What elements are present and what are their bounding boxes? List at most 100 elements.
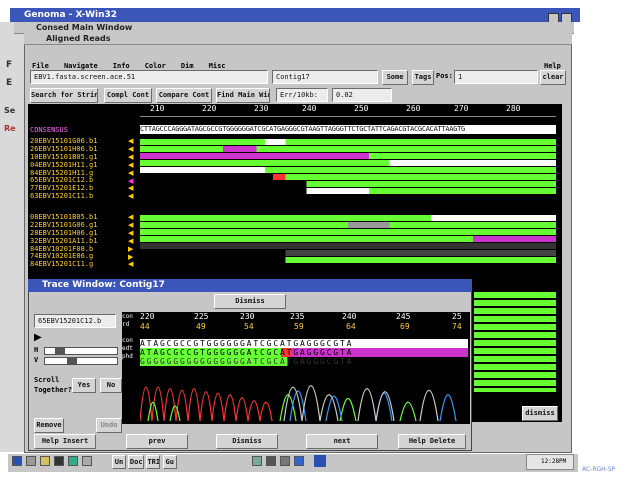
trace-read-name-field: 65EBV15201C12.b bbox=[34, 314, 116, 328]
con-tick: 245 bbox=[396, 312, 411, 321]
some-button[interactable]: Some bbox=[382, 70, 408, 85]
prev-button[interactable]: prev bbox=[126, 434, 188, 449]
read-bar bbox=[140, 181, 556, 187]
help-insert-button[interactable]: Help Insert bbox=[34, 434, 96, 449]
help-delete-button[interactable]: Help Delete bbox=[398, 434, 466, 449]
home-icon[interactable] bbox=[26, 456, 36, 466]
menu-info[interactable]: Info bbox=[113, 62, 130, 70]
watermark: AC-RGH-SP bbox=[582, 466, 616, 473]
row-label-edt: edt bbox=[122, 345, 133, 352]
xwin-titlebar[interactable]: Genoma - X-Win32 bbox=[10, 8, 580, 22]
v-slider-thumb[interactable] bbox=[67, 358, 77, 364]
arrow-icon: ◀ bbox=[128, 192, 134, 201]
clear-button[interactable]: clear bbox=[540, 70, 566, 85]
read-bar bbox=[140, 229, 556, 235]
v-slider[interactable] bbox=[44, 357, 118, 365]
pos-input[interactable]: 1 bbox=[454, 70, 538, 84]
ruler-tick: 230 bbox=[254, 104, 269, 113]
consensus-sequence: CTTAGCCCAGGGATAGCGCCGTGGGGGGATCGCATGAGGG… bbox=[140, 125, 556, 134]
read-bar bbox=[140, 243, 556, 249]
read-bar bbox=[140, 236, 556, 242]
read-bars-group2 bbox=[140, 214, 556, 263]
menu-bar: File Navigate Info Color Dim Misc bbox=[32, 53, 562, 70]
consed-main-title: Consed Main Window bbox=[36, 23, 133, 32]
read-name[interactable]: 84EBV15201C11.g bbox=[30, 260, 130, 269]
menu-misc[interactable]: Misc bbox=[209, 62, 226, 70]
consensus-label: CONSENSUS bbox=[30, 126, 68, 134]
read-names-group2: 08EBV15101B05.b1 22EBV15101G06.g1 28EBV1… bbox=[30, 213, 130, 269]
taskbar-item[interactable]: TRI bbox=[146, 455, 161, 469]
menu-color[interactable]: Color bbox=[145, 62, 166, 70]
undo-button[interactable]: Undo bbox=[96, 418, 122, 433]
read-bar bbox=[140, 160, 556, 166]
read-bar bbox=[140, 139, 556, 145]
trace-direction-arrow: ▶ bbox=[34, 332, 42, 343]
compl-cont-button[interactable]: Compl Cont bbox=[104, 88, 152, 103]
speaker-icon[interactable] bbox=[280, 456, 290, 466]
find-main-win-button[interactable]: Find Main Win bbox=[216, 88, 270, 103]
taskbar-item[interactable]: Un bbox=[112, 455, 126, 469]
right-dismiss-button[interactable]: dismiss bbox=[522, 406, 558, 421]
read-direction-arrows-group2: ◀ ◀ ◀ ◀ ▶ ▶ ◀ bbox=[128, 213, 138, 269]
rd-tick: 69 bbox=[400, 322, 410, 331]
trace-dismiss-top-button[interactable]: Dismiss bbox=[214, 294, 286, 309]
read-bar bbox=[140, 188, 556, 194]
compare-cont-button[interactable]: Compare Cont bbox=[156, 88, 212, 103]
xwin-window-controls[interactable] bbox=[548, 9, 578, 24]
ruler-tick: 220 bbox=[202, 104, 217, 113]
row-label-con: con bbox=[122, 313, 133, 320]
menu-navigate[interactable]: Navigate bbox=[64, 62, 98, 70]
trace-red bbox=[140, 386, 273, 422]
printer-icon[interactable] bbox=[82, 456, 92, 466]
together-label: Together? bbox=[34, 386, 72, 394]
terminal-icon[interactable] bbox=[54, 456, 64, 466]
remove-button[interactable]: Remove bbox=[34, 418, 64, 433]
window-icon[interactable] bbox=[294, 456, 304, 466]
folder-icon[interactable] bbox=[40, 456, 50, 466]
ruler-tick: 260 bbox=[406, 104, 421, 113]
read-bar bbox=[140, 174, 556, 180]
con-tick: 225 bbox=[194, 312, 209, 321]
monitor-icon[interactable] bbox=[252, 456, 262, 466]
taskbar-item[interactable]: Gu bbox=[162, 455, 177, 469]
con-tick: 220 bbox=[140, 312, 155, 321]
next-button[interactable]: next bbox=[306, 434, 378, 449]
aligned-reads-titlebar[interactable]: Aligned Reads bbox=[24, 33, 572, 45]
desktop-label-f: F bbox=[6, 60, 13, 70]
desktop-label-re: Re bbox=[4, 124, 16, 133]
h-slider[interactable] bbox=[44, 347, 118, 355]
read-direction-arrows-group1: ◀ ◀ ◀ ◀ ◀ ◀ ◀ ◀ bbox=[128, 137, 138, 201]
ruler-tick: 250 bbox=[354, 104, 369, 113]
read-name[interactable]: 63EBV15201C11.b bbox=[30, 192, 130, 201]
network-icon[interactable] bbox=[266, 456, 276, 466]
aligned-reads-title: Aligned Reads bbox=[46, 34, 111, 43]
menu-dim[interactable]: Dim bbox=[181, 62, 194, 70]
scroll-no-radio[interactable]: No bbox=[100, 378, 122, 393]
menu-help-label: Help bbox=[544, 62, 561, 70]
trace-row-labels: con rd con edt phd bbox=[122, 313, 140, 361]
dismiss-bottom-button[interactable]: Dismiss bbox=[216, 434, 278, 449]
search-string-button[interactable]: Search for String bbox=[30, 88, 98, 103]
ruler-line bbox=[140, 116, 556, 117]
taskbar-items: Un Doc TRI Gu bbox=[112, 455, 177, 469]
start-icon[interactable] bbox=[12, 456, 22, 466]
read-bar bbox=[140, 167, 556, 173]
clock: 12:28PM bbox=[541, 458, 567, 465]
contig-name-field[interactable]: Contig17 bbox=[272, 70, 378, 84]
trace-window-titlebar[interactable]: Trace Window: Contig17 bbox=[28, 279, 472, 292]
ruler-tick: 210 bbox=[150, 104, 165, 113]
taskbar-app-icon[interactable] bbox=[314, 455, 326, 467]
ruler-tick: 270 bbox=[454, 104, 469, 113]
tags-button[interactable]: Tags bbox=[412, 70, 434, 85]
taskbar-item[interactable]: Doc bbox=[128, 455, 145, 469]
scroll-yes-radio[interactable]: Yes bbox=[72, 378, 96, 393]
trace-window-title: Trace Window: Contig17 bbox=[42, 280, 165, 290]
file-name-field[interactable]: EBV1.fasta.screen.ace.51 bbox=[30, 70, 268, 84]
ruler-tick: 280 bbox=[506, 104, 521, 113]
read-bar bbox=[140, 146, 556, 152]
desktop-label-se: Se bbox=[4, 106, 16, 115]
h-slider-thumb[interactable] bbox=[55, 348, 65, 354]
globe-icon[interactable] bbox=[68, 456, 78, 466]
menu-file[interactable]: File bbox=[32, 62, 49, 70]
right-panel-bars bbox=[474, 292, 556, 392]
